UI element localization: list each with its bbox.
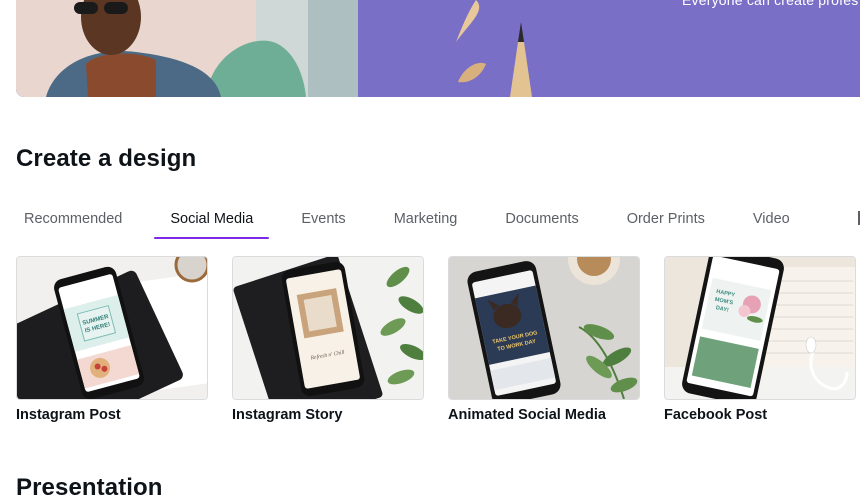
design-card-instagram-story[interactable]: Refresh n' Chill Instagram Story — [232, 256, 424, 423]
card-label[interactable]: Animated Social Media — [448, 407, 640, 423]
category-tabs: Recommended Social Media Events Marketin… — [8, 200, 822, 240]
tab-recommended[interactable]: Recommended — [8, 200, 138, 238]
tab-video[interactable]: Video — [737, 200, 806, 238]
card-thumbnail[interactable]: HAPPY MOM'S DAY! — [664, 256, 856, 400]
hero-illustration — [16, 0, 860, 97]
card-label[interactable]: Instagram Story — [232, 407, 424, 423]
hero-banner[interactable]: Everyone can create profes — [16, 0, 860, 97]
card-thumbnail[interactable]: Refresh n' Chill — [232, 256, 424, 400]
section-title-presentation: Presentation — [16, 474, 163, 501]
tab-marketing[interactable]: Marketing — [378, 200, 474, 238]
design-card-animated-social-media[interactable]: TAKE YOUR DOG TO WORK DAY Animated Socia… — [448, 256, 640, 423]
card-thumbnail[interactable]: TAKE YOUR DOG TO WORK DAY — [448, 256, 640, 400]
section-title: Create a design — [16, 145, 197, 172]
design-card-facebook-post[interactable]: HAPPY MOM'S DAY! Facebook Post — [664, 256, 856, 423]
card-thumbnail[interactable]: SUMMER IS HERE! — [16, 256, 208, 400]
tab-events[interactable]: Events — [285, 200, 361, 238]
tab-order-prints[interactable]: Order Prints — [611, 200, 721, 238]
card-label[interactable]: Facebook Post — [664, 407, 856, 423]
design-card-instagram-post[interactable]: SUMMER IS HERE! Instagram Post — [16, 256, 208, 423]
card-label[interactable]: Instagram Post — [16, 407, 208, 423]
tab-documents[interactable]: Documents — [489, 200, 594, 238]
hero-tagline: Everyone can create profes — [682, 0, 859, 8]
tab-social-media[interactable]: Social Media — [154, 200, 270, 239]
